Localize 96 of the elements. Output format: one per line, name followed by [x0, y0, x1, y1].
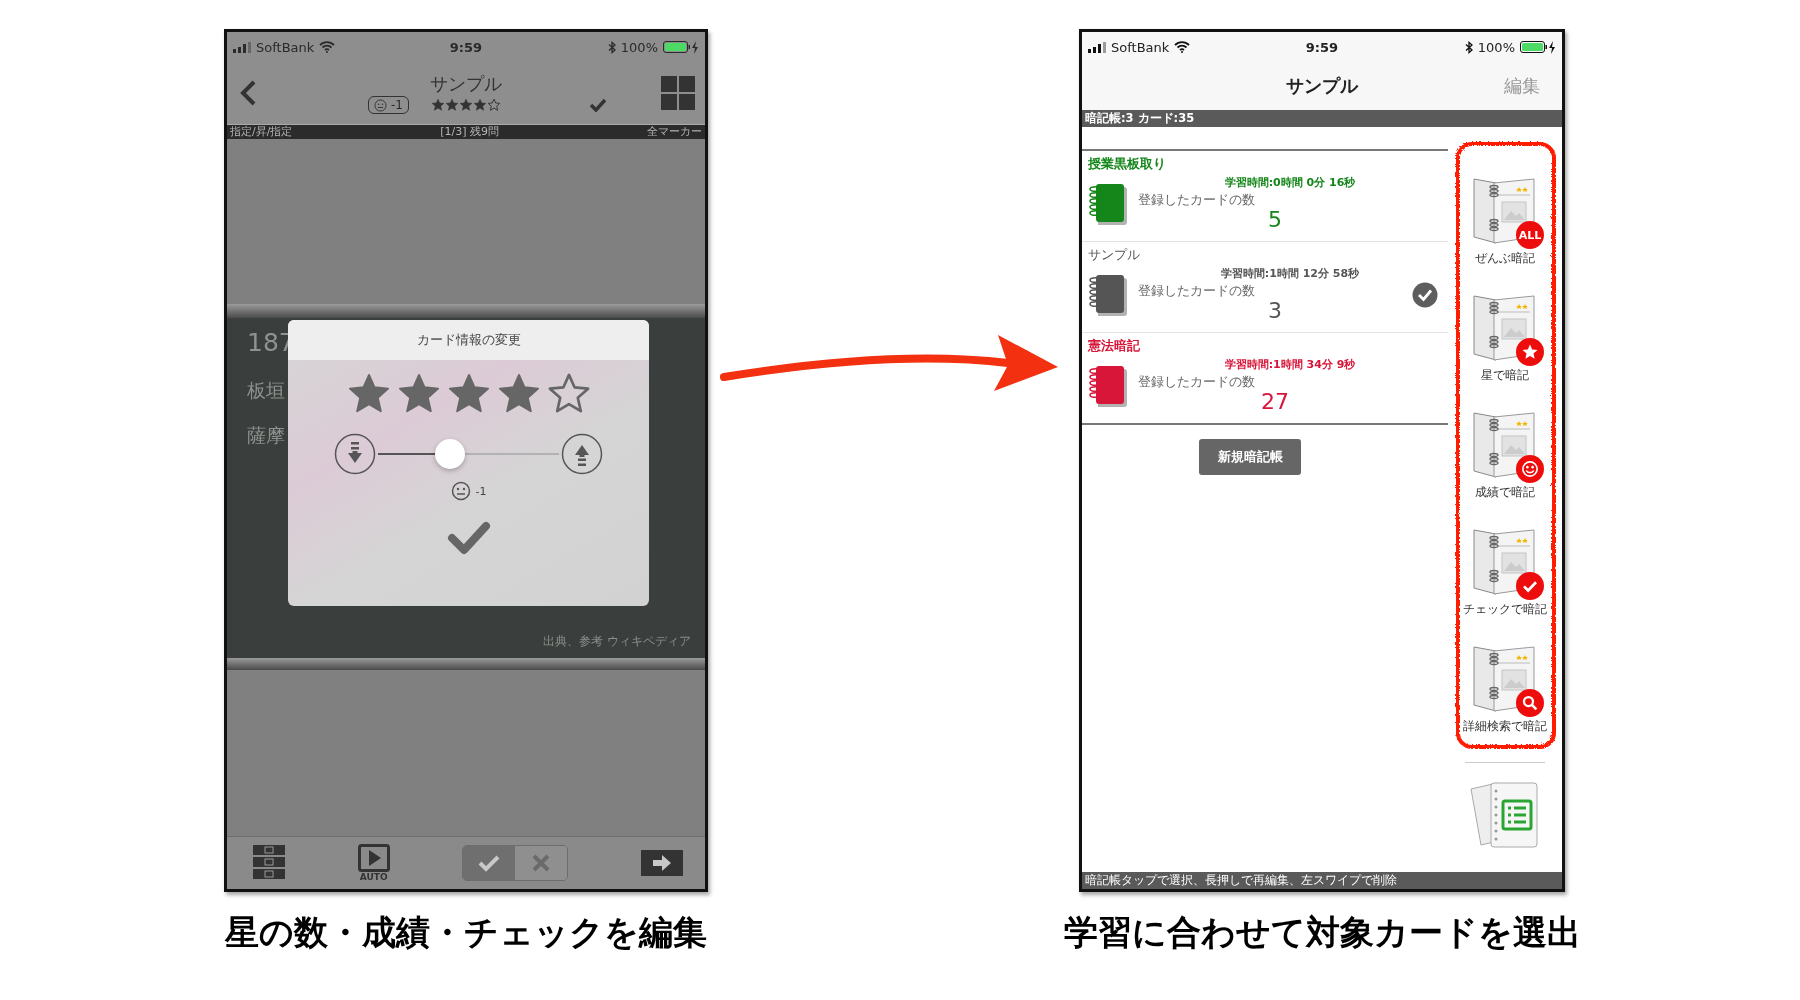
filled-star-icon[interactable]	[397, 373, 440, 415]
empty-star-icon[interactable]	[547, 373, 590, 415]
battery-percent: 100%	[620, 39, 658, 55]
study-mode-item[interactable]: 詳細検索で暗記	[1458, 623, 1552, 740]
next-arrow-button[interactable]	[640, 850, 683, 876]
nav-title: サンプル	[430, 72, 502, 96]
wifi-icon	[319, 41, 336, 53]
grade-up-icon[interactable]	[561, 433, 603, 475]
bluetooth-icon	[607, 40, 616, 54]
notebook-name: 授業黒板取り	[1088, 156, 1167, 172]
right-arrow-icon	[651, 855, 672, 871]
summary-bar: 暗記帳:3 カード:35	[1082, 110, 1562, 127]
check-icon	[478, 854, 501, 872]
marker-label: 全マーカー	[647, 125, 702, 139]
battery-charging-icon	[1520, 40, 1556, 54]
check-toggle-button[interactable]	[463, 846, 516, 880]
mode-label: ぜんぶ暗記	[1475, 251, 1535, 266]
neutral-face-icon	[374, 98, 388, 112]
clock-time: 9:59	[1305, 39, 1339, 55]
selected-check-icon	[1412, 282, 1438, 308]
signal-icon	[1088, 41, 1106, 53]
signal-icon	[233, 41, 251, 53]
mode-label: 星で暗記	[1481, 368, 1529, 383]
binder-icon	[1472, 292, 1538, 362]
card-count: 27	[1261, 389, 1289, 415]
filled-star-icon	[473, 98, 487, 112]
filled-star-icon[interactable]	[497, 373, 540, 415]
card-count-label: 登録したカードの数	[1138, 283, 1256, 298]
notebook-icon	[1088, 272, 1128, 318]
study-mode-item[interactable]: 成績で暗記	[1458, 389, 1552, 506]
back-chevron-icon[interactable]	[239, 79, 257, 107]
battery-charging-icon	[663, 40, 699, 54]
binder-icon	[1472, 526, 1538, 596]
dialog-title: カード情報の変更	[288, 320, 649, 360]
check-icon	[446, 521, 491, 555]
filled-star-icon[interactable]	[347, 373, 390, 415]
smiley-badge-icon	[1516, 455, 1544, 483]
grade-down-icon[interactable]	[334, 433, 376, 475]
source-note: 出典、参考 ウィキペディア	[543, 633, 691, 650]
mode-label: チェックで暗記	[1463, 602, 1547, 617]
notebook-name: サンプル	[1088, 247, 1141, 263]
binder-icon	[1472, 409, 1538, 479]
check-badge-icon	[1516, 572, 1544, 600]
caption: 学習に合わせて対象カードを選出	[1063, 911, 1581, 954]
progress-label: [1/3] 残9問	[440, 125, 500, 139]
notebook-icon	[1088, 363, 1128, 409]
slider-thumb[interactable]	[435, 439, 466, 469]
all-badge: ALL	[1516, 221, 1544, 249]
image-list-icon[interactable]	[253, 845, 285, 881]
study-mode-item[interactable]: チェックで暗記	[1458, 506, 1552, 623]
study-time: 学習時間:1時間 12分 58秒	[1220, 266, 1360, 281]
card-text: 薩摩	[247, 426, 286, 445]
card-stack-icon[interactable]	[1469, 779, 1541, 849]
hint-bar: 暗記帳タップで選択、長押しで再編集、左スワイプで削除	[1082, 872, 1562, 889]
binder-icon	[1472, 643, 1538, 713]
grid-icon[interactable]	[661, 76, 695, 110]
bluetooth-icon	[1464, 40, 1473, 54]
card-text: 板垣	[247, 381, 286, 400]
notebook-name: 憲法暗記	[1088, 338, 1141, 354]
card-count-label: 登録したカードの数	[1138, 192, 1256, 207]
study-mode-item[interactable]: ALL ぜんぶ暗記	[1458, 155, 1552, 272]
study-mode-item[interactable]: 星で暗記	[1458, 272, 1552, 389]
mode-label: 成績で暗記	[1475, 485, 1535, 500]
cross-toggle-button[interactable]	[515, 846, 568, 880]
wifi-icon	[1174, 41, 1191, 53]
battery-percent: 100%	[1477, 39, 1515, 55]
filled-star-icon	[431, 98, 445, 112]
card-count: 3	[1268, 298, 1282, 324]
order-label: 指定/昇/指定	[230, 125, 293, 139]
notebook-row[interactable]: サンプル 学習時間:1時間 12分 58秒 登録したカードの数 3	[1082, 242, 1448, 333]
study-time: 学習時間:1時間 34分 9秒	[1224, 357, 1356, 372]
check-icon[interactable]	[589, 98, 607, 112]
cross-icon	[531, 853, 552, 873]
filled-star-icon	[445, 98, 459, 112]
grade-chip[interactable]: -1	[368, 96, 409, 114]
star-badge-icon	[1516, 338, 1544, 366]
grade-value: -1	[391, 98, 403, 112]
study-time: 学習時間:0時間 0分 16秒	[1224, 175, 1356, 190]
mode-label: 詳細検索で暗記	[1463, 719, 1547, 734]
card-count: 5	[1268, 207, 1282, 233]
caption: 星の数・成績・チェックを編集	[225, 911, 707, 954]
notebook-row[interactable]: 憲法暗記 学習時間:1時間 34分 9秒 登録したカードの数 27	[1082, 333, 1448, 423]
notebook-icon	[1088, 181, 1128, 227]
nav-title: サンプル	[1286, 74, 1358, 98]
card-count-label: 登録したカードの数	[1138, 374, 1256, 389]
carrier-name: SoftBank	[1111, 39, 1170, 55]
neutral-face-icon	[450, 481, 471, 501]
filled-star-icon	[459, 98, 473, 112]
auto-play-button[interactable]: AUTO	[357, 844, 390, 882]
play-icon	[357, 844, 390, 872]
clock-time: 9:59	[449, 39, 483, 55]
new-notebook-button[interactable]: 新規暗記帳	[1199, 439, 1301, 475]
search-badge-icon	[1516, 689, 1544, 717]
filled-star-icon[interactable]	[447, 373, 490, 415]
grade-value: -1	[475, 484, 487, 498]
carrier-name: SoftBank	[256, 39, 315, 55]
